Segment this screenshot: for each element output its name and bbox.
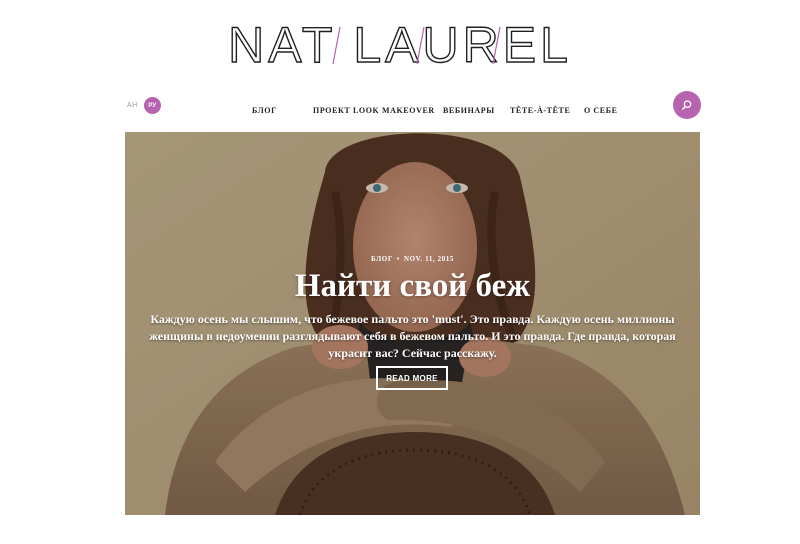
svg-text:NAT LAUREL: NAT LAUREL bbox=[228, 17, 572, 70]
post-excerpt: Каждую осень мы слышим, что бежевое паль… bbox=[149, 312, 676, 360]
hero-post: БЛОГ • NOV. 11, 2015 Найти свой беж Каждую… bbox=[125, 132, 700, 515]
site-logo[interactable]: NAT LAUREL bbox=[0, 14, 800, 70]
post-title[interactable]: Найти свой беж bbox=[125, 266, 700, 306]
search-button[interactable] bbox=[673, 91, 701, 119]
page: NAT LAUREL AH РУ БЛОГ ПРОЕКТ LOOK MAKEOV… bbox=[0, 0, 800, 544]
nav-item-blog[interactable]: БЛОГ bbox=[252, 106, 277, 115]
post-date: NOV. 11, 2015 bbox=[403, 255, 455, 263]
post-category[interactable]: БЛОГ bbox=[371, 255, 393, 263]
search-icon bbox=[682, 100, 692, 110]
read-more-button[interactable]: READ MORE bbox=[376, 366, 448, 390]
nav-item-webinars[interactable]: ВЕБИНАРЫ bbox=[443, 106, 495, 115]
nav-item-tete-a-tete[interactable]: TÊTE-À-TÊTE bbox=[510, 106, 570, 115]
nav-item-look-makeover[interactable]: ПРОЕКТ LOOK MAKEOVER bbox=[313, 106, 435, 115]
nav-item-about[interactable]: О СЕБЕ bbox=[584, 106, 618, 115]
post-meta: БЛОГ • NOV. 11, 2015 bbox=[370, 255, 455, 263]
logo-wordmark: NAT LAUREL bbox=[227, 16, 572, 70]
